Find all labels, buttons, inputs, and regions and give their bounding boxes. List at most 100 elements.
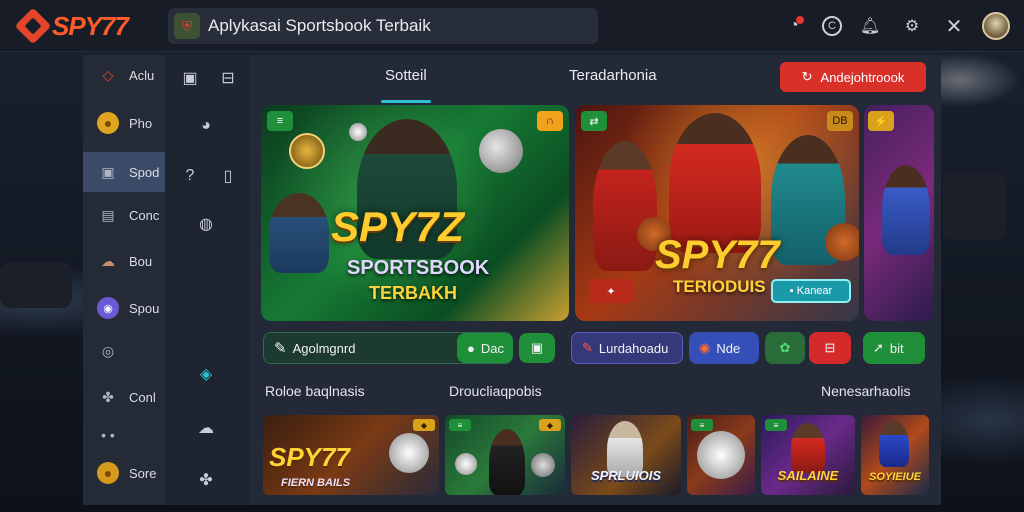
logo-text: SPY77	[52, 10, 129, 41]
tablet-icon[interactable]: ▯	[215, 163, 241, 189]
thumb-tag: ≡	[691, 419, 713, 431]
banner-subtitle: SPORTSBOOK	[347, 257, 490, 279]
banner-card-teriodiuis[interactable]: ⇄ DB SPY77 TERIODUIS ✦ ▪ Kanear	[575, 105, 859, 321]
menu-item-sore[interactable]: ● Sore	[83, 453, 165, 493]
thumb-tag: ◆	[413, 419, 435, 431]
brand-logo[interactable]: SPY77	[14, 7, 129, 45]
thumb-subtitle: FIERN BAILS	[281, 477, 351, 489]
menu-item-spou[interactable]: ◉ Spou	[83, 288, 165, 328]
ball-icon	[349, 123, 367, 141]
settings-icon[interactable]: ⚙	[898, 12, 926, 40]
thumb-title: SPRLUIOIS	[590, 468, 662, 483]
menu-item-label: Sore	[129, 465, 157, 481]
compass-icon[interactable]: ◍	[193, 211, 219, 237]
banner-title: SPY7Z	[331, 203, 465, 250]
menu-item-label: Bou	[129, 253, 153, 269]
tab-sotteil[interactable]: Sotteil	[381, 67, 431, 103]
bit-button[interactable]: ➚ bit	[863, 332, 925, 364]
coin-icon: ●	[97, 462, 119, 484]
nde-label: Nde	[716, 340, 741, 356]
coin-emblem	[289, 133, 325, 169]
helmet-icon	[531, 453, 555, 477]
wallet-button[interactable]: ▣	[519, 333, 555, 363]
banner-card-partial[interactable]: ⚡	[864, 105, 934, 321]
menu-item-conl[interactable]: ✤ Conl	[83, 377, 165, 417]
menu-item-aclu[interactable]: ◇ Aclu	[83, 55, 165, 95]
background-device-left	[0, 262, 72, 308]
menu-item-instagram[interactable]: ◎	[83, 331, 165, 371]
game-thumbnail[interactable]: SOYIEIUE	[861, 415, 929, 495]
game-thumbnail[interactable]: ≡	[687, 415, 755, 495]
wallet-icon: ▣	[530, 340, 544, 355]
player-figure-small	[269, 193, 329, 273]
lock-badge-icon[interactable]: ∩	[537, 111, 563, 131]
section-label-1: Roloe baqlnasis	[265, 383, 365, 399]
diamond-icon: ◇	[102, 66, 114, 83]
question-icon[interactable]: ?	[177, 163, 203, 189]
top-icons: ◔ C 🔔︎ ⚙ ✕	[780, 12, 1010, 40]
bell-icon[interactable]: 🔔︎	[856, 12, 884, 40]
nde-button[interactable]: ◉ Nde	[689, 332, 759, 364]
cta-button[interactable]: ↻ Andejohtroook	[780, 62, 926, 92]
icon-rail: ▣ ⊟ ◕ ? ▯ ◍ ◈ ☁ ✤	[165, 55, 249, 505]
discord-icon: ◉	[97, 297, 119, 319]
dac-button[interactable]: ● Dac	[457, 333, 513, 363]
app-title: Aplykasai Sportsbook Terbaik	[208, 16, 431, 35]
profile-avatar[interactable]	[982, 12, 1010, 40]
thumb-tag: ≡	[449, 419, 471, 431]
section-label-2: Droucliaqpobis	[449, 383, 542, 399]
copyright-icon[interactable]: C	[822, 16, 842, 36]
menu-item-more[interactable]: • •	[83, 415, 165, 455]
player-figure	[669, 113, 761, 253]
main-content: Sotteil Teradarhonia ↻ Andejohtroook ≡ ∩…	[249, 55, 941, 505]
notification-icon[interactable]: ◔	[780, 12, 808, 40]
pen-icon: ✎	[582, 340, 593, 355]
cloud-icon: ☁	[101, 252, 115, 269]
more-icon: • •	[101, 427, 115, 443]
logo-mark-icon	[14, 7, 52, 45]
game-thumbnail[interactable]: ◆ SPY77 FIERN BAILS	[263, 415, 439, 495]
bolt-badge-icon[interactable]: ⚡	[868, 111, 894, 131]
menu-item-pho[interactable]: ● Pho	[83, 103, 165, 143]
game-thumbnail[interactable]: ≡ SAILAINE	[761, 415, 855, 495]
banner-button[interactable]: ▪ Kanear	[771, 279, 851, 303]
soccer-ball-icon	[455, 453, 477, 475]
dot-icon: ●	[467, 340, 475, 356]
player-figure	[879, 421, 909, 467]
game-thumbnail[interactable]: SPRLUIOIS	[571, 415, 681, 495]
chart-badge-icon[interactable]: ⇄	[581, 111, 607, 131]
card-icon: ▤	[101, 206, 115, 223]
top-bar: SPY77 ⛨ Aplykasai Sportsbook Terbaik ◔ C…	[0, 0, 1024, 52]
ticket-button[interactable]: ⊟	[809, 332, 851, 364]
thumb-tag: ≡	[765, 419, 787, 431]
window-icon[interactable]: ▣	[177, 65, 203, 91]
player-figure	[593, 141, 657, 271]
edit-icon: ✎	[274, 340, 287, 357]
controller-icon[interactable]: ◕	[193, 113, 219, 139]
player-figure	[882, 165, 930, 255]
menu-item-spod[interactable]: ▣ Spod	[83, 152, 165, 192]
play-icon: ▪	[789, 285, 794, 297]
menu-badge-icon[interactable]: ≡	[267, 111, 293, 131]
menu-item-label: Conl	[129, 389, 156, 405]
basketball-icon	[825, 223, 859, 261]
close-icon[interactable]: ✕	[940, 12, 968, 40]
cloud-icon[interactable]: ☁	[193, 415, 219, 441]
gift-icon: ✿	[779, 340, 791, 355]
banner-card-sportsbook[interactable]: ≡ ∩ SPY7Z SPORTSBOOK TERBAKH	[261, 105, 569, 321]
menu-item-conc[interactable]: ▤ Conc	[83, 195, 165, 235]
puzzle-icon[interactable]: ✤	[193, 467, 219, 493]
tab-teradarhonia[interactable]: Teradarhonia	[569, 67, 657, 97]
layout-icon[interactable]: ⊟	[215, 65, 241, 91]
gift-button[interactable]: ✿	[765, 332, 805, 364]
lurdahoadu-button[interactable]: ✎ Lurdahoadu	[571, 332, 683, 364]
background-device-right	[942, 172, 1006, 240]
share-icon: ➚	[873, 340, 884, 355]
diamond-icon[interactable]: ◈	[193, 361, 219, 387]
token-icon: ◉	[699, 340, 711, 355]
menu-item-bou[interactable]: ☁ Bou	[83, 241, 165, 281]
app-shield-icon: ⛨	[174, 13, 200, 39]
game-thumbnail[interactable]: ≡ ◆	[445, 415, 565, 495]
banner-left-chip[interactable]: ✦	[589, 279, 633, 303]
banner-tagline: TERIODUIS	[673, 277, 766, 296]
